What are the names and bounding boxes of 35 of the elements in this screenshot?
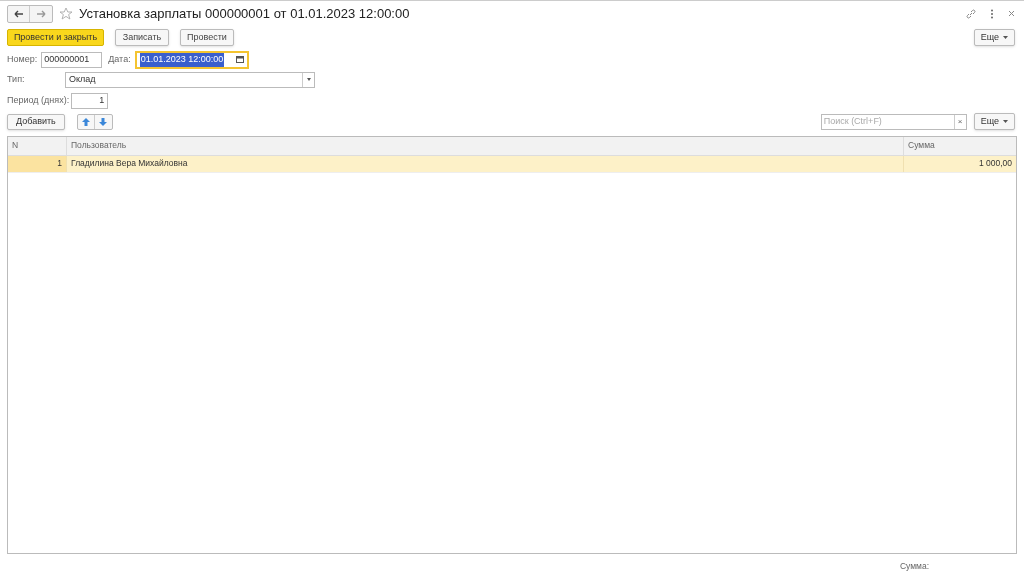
more-button[interactable]: Еще (973, 29, 1015, 47)
field-label: Дата: (108, 53, 131, 67)
dropdown-caret-icon (1003, 36, 1008, 40)
window-title: Установка зарплаты 000000001 от 01.01.2023 12:00:00 (79, 5, 410, 24)
number-field[interactable]: 000000001 (41, 51, 103, 68)
more-options-icon[interactable] (990, 8, 994, 19)
command-button[interactable]: Провести (180, 29, 234, 47)
search-field[interactable]: Поиск (Ctrl+F) × (820, 113, 967, 130)
dropdown-caret-icon (1003, 120, 1008, 124)
down-arrow-icon (99, 117, 108, 126)
link-icon[interactable] (966, 8, 976, 19)
type-select[interactable]: Оклад (65, 71, 315, 88)
post-and-close-button[interactable]: Провести и закрыть (7, 29, 104, 47)
table-cell: 1 000,00 (903, 155, 1016, 172)
period-field[interactable]: 1 (71, 92, 109, 109)
calendar-icon[interactable] (235, 56, 244, 64)
field-label: Номер: (7, 53, 38, 67)
column-header[interactable]: N (8, 136, 66, 155)
field-label: Тип: (7, 73, 26, 87)
total-label: Сумма: (899, 560, 929, 573)
back-arrow-icon (13, 9, 24, 18)
field-label: Период (днях): (7, 94, 70, 108)
clear-button[interactable]: × (953, 114, 966, 129)
table-cell: Гладилина Вера Михайловна (66, 155, 903, 172)
command-button[interactable]: Записать (115, 29, 169, 47)
add-button[interactable]: Добавить (7, 113, 65, 130)
up-arrow-icon (81, 117, 90, 126)
star-icon[interactable] (59, 6, 73, 21)
column-header[interactable]: Сумма (903, 136, 1016, 155)
more-button[interactable]: Еще (973, 113, 1015, 131)
forward-arrow-icon (36, 9, 46, 18)
column-header[interactable]: Пользователь (66, 136, 903, 155)
dropdown-caret-icon (306, 78, 311, 82)
date-field[interactable]: 01.01.2023 12:00:00 (134, 50, 249, 69)
close-icon[interactable] (1008, 10, 1015, 18)
